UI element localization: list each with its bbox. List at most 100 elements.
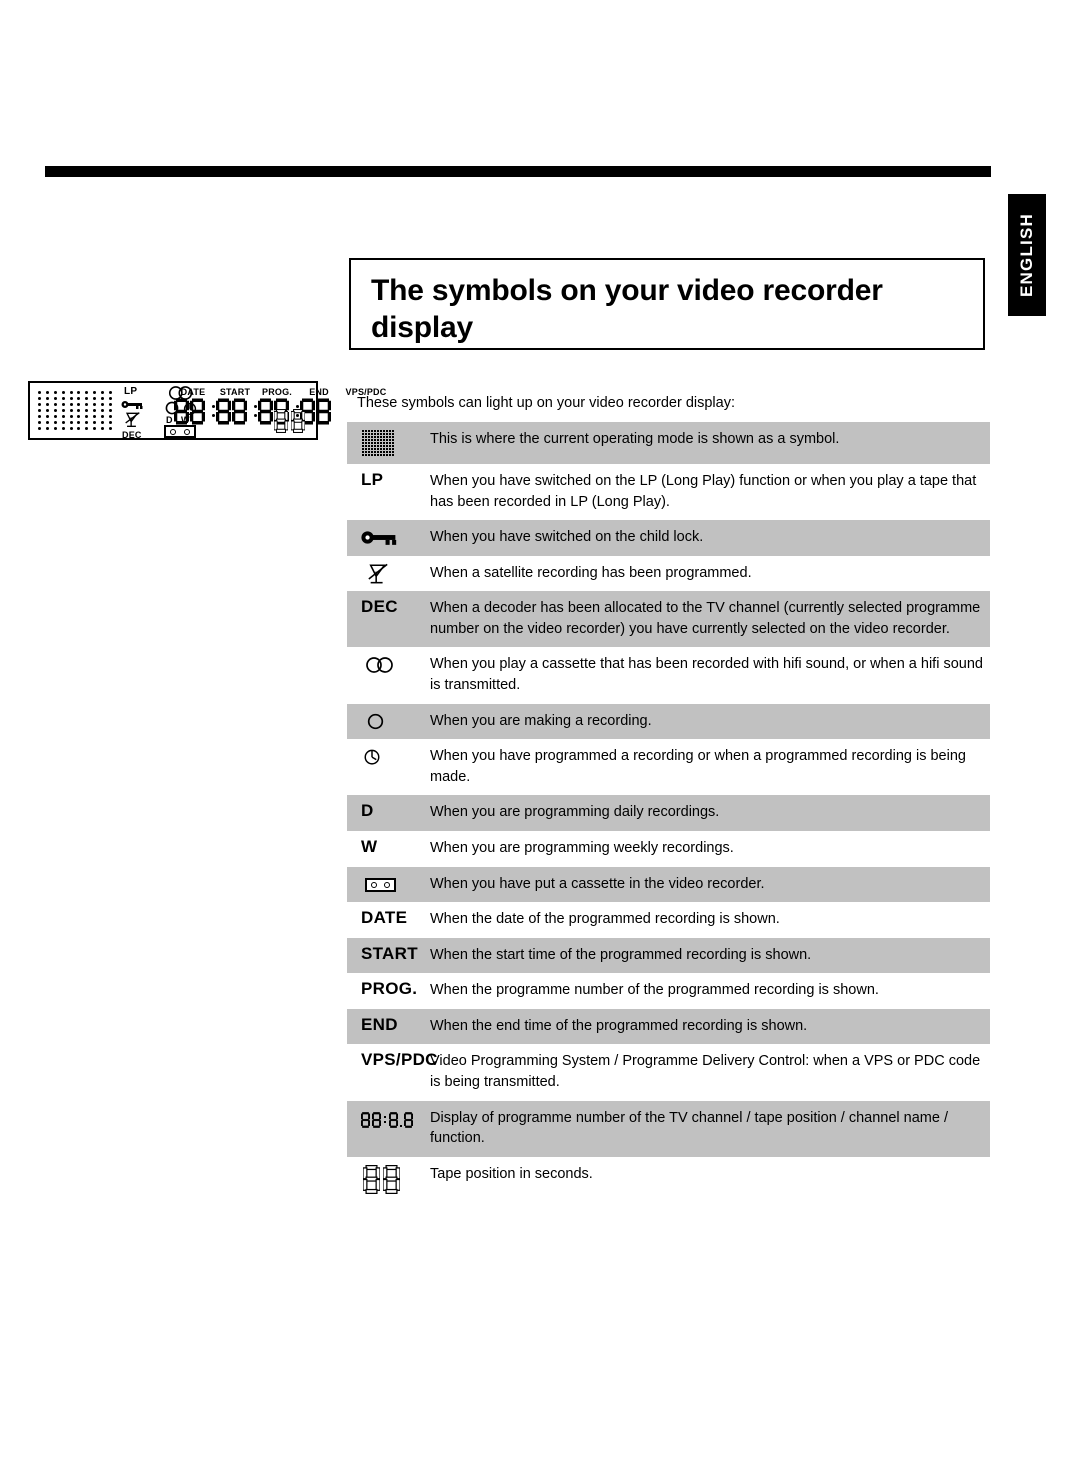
lcd-start-digits: [216, 398, 247, 425]
symbol-cell: VPS/PDC: [347, 1044, 437, 1077]
symbol-description: When you have programmed a recording or …: [430, 748, 966, 785]
page-title-box: The symbols on your video recorder displ…: [349, 258, 985, 350]
symbol-cell: [347, 1101, 430, 1135]
symbol-description: When you play a cassette that has been r…: [430, 656, 983, 694]
symbol-description: Video Programming System / Programme Del…: [430, 1053, 981, 1090]
symbol-cell: END: [347, 1009, 430, 1042]
symbol-cell: START: [347, 938, 430, 971]
symbol-label: PROG.: [361, 979, 418, 999]
symbol-cell: [347, 739, 430, 772]
seven-segment-digit: [404, 1111, 413, 1128]
seven-segment-small-icon: [361, 1111, 413, 1128]
symbol-description: When a decoder has been allocated to the…: [430, 600, 981, 637]
symbol-cell: W: [347, 831, 430, 864]
seven-segment-digit: [190, 398, 205, 425]
seven-segment-digit: [232, 398, 247, 425]
satellite-dish-icon: [368, 563, 388, 584]
symbol-description: When the start time of the programmed re…: [430, 946, 812, 963]
symbol-description: When you have switched on the LP (Long P…: [430, 473, 977, 510]
symbol-cell: DATE: [347, 902, 430, 935]
lcd-key-icon: [121, 401, 143, 409]
lcd-prog-label: PROG.: [261, 387, 293, 397]
dot-matrix-icon: [361, 429, 395, 457]
table-row: D When you are programming daily recordin…: [347, 795, 990, 831]
symbols-table: This is where the current operating mode…: [347, 422, 990, 1201]
lcd-dot-matrix-icon: [36, 389, 114, 432]
symbol-label: DEC: [361, 597, 398, 617]
table-row: Tape position in seconds.: [347, 1156, 990, 1201]
table-row: VPS/PDC Video Programming System / Progra…: [347, 1044, 990, 1101]
symbol-label: W: [361, 836, 378, 856]
table-row: When you have put a cassette in the vide…: [347, 866, 990, 903]
record-icon: [367, 713, 384, 729]
table-row: When a satellite recording has been prog…: [347, 555, 990, 592]
symbol-cell: [347, 1157, 430, 1201]
table-row: PROG. When the programme number of the pr…: [347, 973, 990, 1009]
symbol-cell: [347, 647, 430, 680]
language-tab-label: ENGLISH: [1017, 213, 1036, 297]
table-row: START When the start time of the programm…: [347, 937, 990, 974]
cassette-icon: [365, 877, 396, 892]
seven-segment-digit: [174, 398, 189, 425]
symbol-label: VPS/PDC: [361, 1050, 438, 1070]
seven-segment-digit: [316, 398, 331, 425]
seven-segment-digit-outline: [383, 1164, 400, 1194]
page-title: The symbols on your video recorder displ…: [371, 274, 883, 344]
lcd-satellite-dish-icon: [125, 412, 140, 427]
table-row: DEC When a decoder has been allocated to …: [347, 591, 990, 648]
lcd-colon-2: [254, 405, 257, 419]
table-row: When you have switched on the child lock…: [347, 520, 990, 556]
seven-segment-digit-outline: [291, 409, 305, 433]
table-row: When you play a cassette that has been r…: [347, 647, 990, 704]
lcd-seconds-digits: [274, 409, 305, 433]
symbol-cell: LP: [347, 464, 430, 497]
seven-segment-digit-outline: [363, 1164, 380, 1194]
table-row: This is where the current operating mode…: [347, 422, 990, 464]
intro-text: These symbols can light up on your video…: [357, 395, 735, 411]
symbol-cell: [347, 422, 430, 464]
seven-segment-digit: [258, 398, 273, 425]
table-row: END When the end time of the programmed r…: [347, 1008, 990, 1045]
symbol-description: When you have switched on the child lock…: [430, 529, 704, 546]
symbol-description: Tape position in seconds.: [430, 1165, 593, 1182]
symbol-cell: [347, 520, 430, 552]
lcd-end-label: END: [309, 387, 329, 397]
table-row: W When you are programming weekly recordi…: [347, 830, 990, 867]
symbol-description: When a satellite recording has been prog…: [430, 564, 752, 581]
video-recorder-display-illustration: LP DEC D W DATE START PROG. END VPS/PDC: [28, 381, 386, 440]
symbol-description: When you are programming daily recording…: [430, 804, 720, 821]
symbol-description: When the date of the programmed recordin…: [430, 911, 780, 928]
key-icon: [361, 531, 397, 546]
symbol-cell: [347, 556, 430, 591]
table-row: Display of programme number of the TV ch…: [347, 1100, 990, 1157]
seven-segment-digit: [389, 1111, 398, 1128]
lcd-date-digits: [174, 398, 205, 425]
symbol-description: This is where the current operating mode…: [430, 431, 840, 447]
table-row: When you have programmed a recording or …: [347, 739, 990, 796]
symbol-label: DATE: [361, 908, 408, 928]
lcd-start-label: START: [219, 387, 251, 397]
symbol-description: Display of programme number of the TV ch…: [430, 1109, 948, 1147]
lcd-cassette-icon: [164, 425, 196, 438]
symbol-cell: [347, 867, 430, 899]
seg-colon: [384, 1116, 386, 1124]
table-row: DATE When the date of the programmed reco…: [347, 902, 990, 938]
lcd-colon-1: [212, 405, 215, 419]
symbol-label: LP: [361, 470, 384, 489]
lcd-indicator-column-left: LP DEC: [118, 386, 160, 440]
seg-dot: [400, 1124, 402, 1127]
symbol-description: When you are making a recording.: [430, 712, 652, 729]
timer-icon: [364, 749, 380, 765]
lcd-date-label: DATE: [180, 387, 206, 397]
lcd-dec-label: DEC: [122, 430, 142, 440]
symbol-description: When you are programming weekly recordin…: [430, 839, 734, 856]
seven-segment-digit-outline: [274, 409, 288, 433]
symbol-label: START: [361, 943, 418, 963]
table-row: When you are making a recording.: [347, 703, 990, 740]
seven-segment-digit: [372, 1111, 381, 1128]
seven-segment-digit: [361, 1111, 370, 1128]
symbol-description: When the end time of the programmed reco…: [430, 1017, 808, 1034]
symbol-description: When you have put a cassette in the vide…: [430, 875, 765, 892]
seven-segment-large-icon: [363, 1164, 400, 1194]
symbol-cell: PROG.: [347, 973, 430, 1006]
